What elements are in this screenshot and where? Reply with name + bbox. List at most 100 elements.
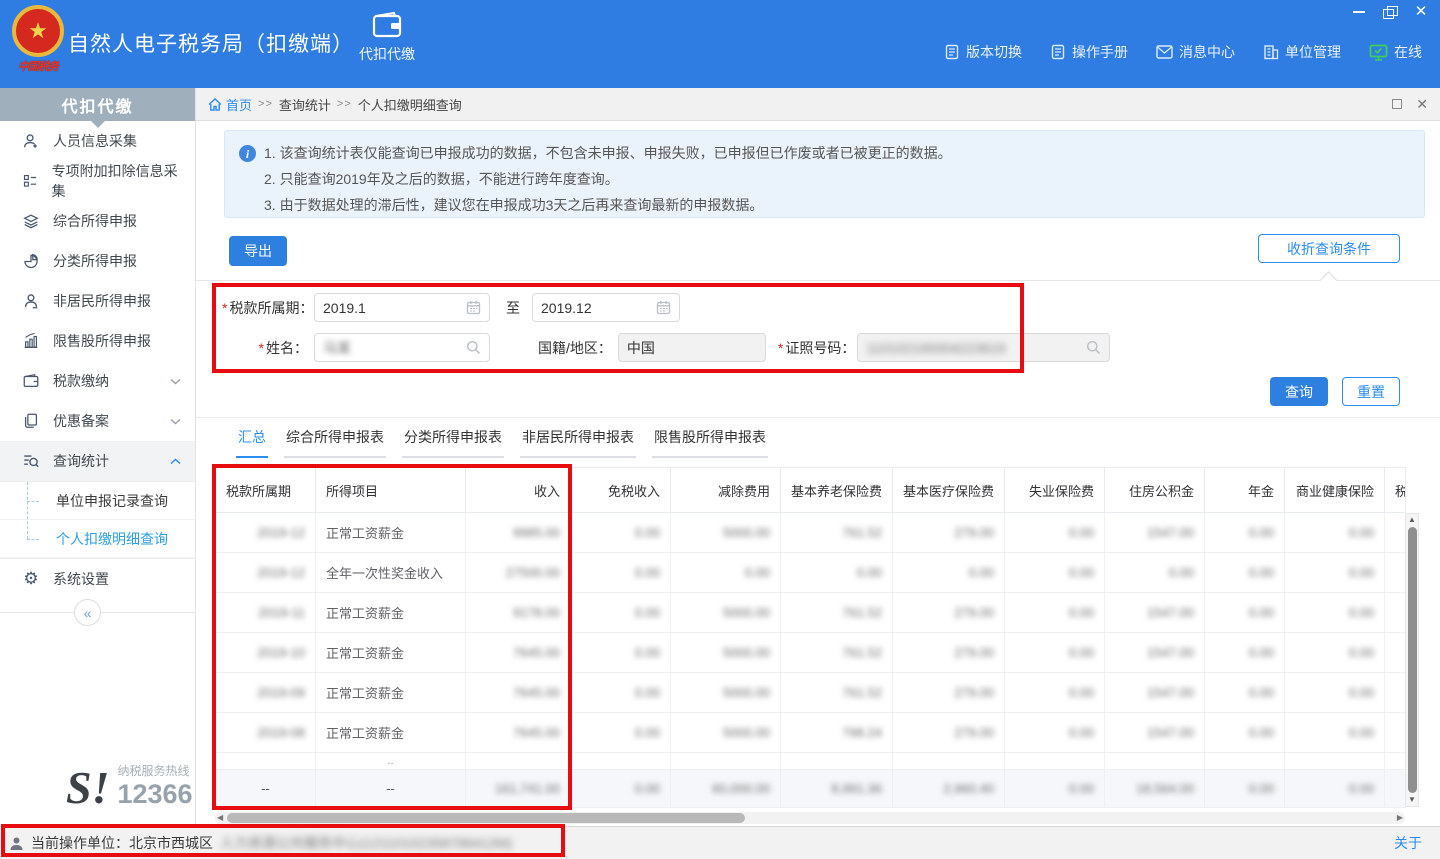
envelope-icon: [1156, 45, 1173, 59]
nav-tab-daikoudaijiao[interactable]: 代扣代缴: [348, 12, 426, 64]
sidebar-item-preferential-filing[interactable]: 优惠备案: [0, 401, 195, 441]
nationality-label: 国籍/地区：: [538, 338, 612, 358]
hotline-number: 12366: [117, 781, 192, 808]
panel-close-button[interactable]: ✕: [1416, 99, 1428, 109]
sidebar-item-tax-payment[interactable]: 税款缴纳: [0, 361, 195, 401]
top-menu: 版本切换 操作手册 消息中心 单位管理: [944, 42, 1422, 62]
sidebar-subitem-unit-declare-records[interactable]: 单位申报记录查询: [0, 482, 195, 520]
reset-button[interactable]: 重置: [1342, 377, 1400, 406]
menu-manual[interactable]: 操作手册: [1050, 42, 1128, 62]
sidebar-item-nonresident-income[interactable]: 非居民所得申报: [0, 281, 195, 321]
chevron-down-icon: [170, 378, 181, 385]
nationality-input[interactable]: 中国: [618, 333, 766, 362]
table-row: 2019-12 全年一次性奖金收入 27500.00 0.00 0.00 0.0…: [216, 553, 1406, 593]
scroll-up-arrow[interactable]: ▲: [1408, 514, 1416, 526]
to-label: 至: [506, 298, 520, 318]
menu-label: 在线: [1394, 42, 1422, 62]
breadcrumb: 首页 >> 查询统计 >> 个人扣缴明细查询 ✕: [196, 88, 1440, 121]
sidebar-item-restricted-shares[interactable]: 限售股所得申报: [0, 321, 195, 361]
breadcrumb-home[interactable]: 首页: [208, 95, 252, 114]
id-number-value: 110102199304223619: [866, 340, 1005, 356]
col-annuity: 年金: [1205, 468, 1285, 513]
copy-icon: [22, 412, 40, 430]
search-list-icon: [22, 452, 40, 470]
table-row: 2019-08 正常工资薪金 7645.00 0.00 5000.00 798.…: [216, 713, 1406, 753]
breadcrumb-home-label: 首页: [226, 95, 252, 114]
table-body: 2019-12 正常工资薪金 9985.00 0.00 5000.00 761.…: [216, 513, 1406, 753]
tab-comprehensive[interactable]: 综合所得申报表: [284, 427, 386, 458]
menu-version-switch[interactable]: 版本切换: [944, 42, 1022, 62]
sidebar-item-system-settings[interactable]: ⚙ 系统设置: [0, 559, 195, 599]
clipped-row-text: ..: [316, 753, 466, 770]
sidebar-item-label: 分类所得申报: [53, 251, 137, 271]
sidebar-collapse-divider: «: [0, 612, 195, 613]
pie-chart-icon: [22, 252, 40, 270]
tab-classified[interactable]: 分类所得申报表: [402, 427, 504, 458]
sidebar-item-comprehensive-income[interactable]: 综合所得申报: [0, 201, 195, 241]
notice-line-3: 3. 由于数据处理的滞后性，建议您在申报成功3天之后再来查询最新的申报数据。: [239, 192, 1410, 218]
collapse-query-button[interactable]: 收折查询条件: [1258, 234, 1400, 263]
menu-unit-management[interactable]: 单位管理: [1263, 42, 1341, 62]
col-medical: 基本医疗保险费: [893, 468, 1005, 513]
search-icon[interactable]: [466, 340, 481, 355]
calendar-icon[interactable]: [466, 300, 481, 315]
period-to-input[interactable]: 2019.12: [532, 293, 680, 322]
tab-nonresident[interactable]: 非居民所得申报表: [520, 427, 636, 458]
tab-summary[interactable]: 汇总: [236, 427, 268, 458]
sidebar-subitem-personal-withholding-detail[interactable]: 个人扣缴明细查询: [0, 520, 195, 558]
nav-tab-label: 代扣代缴: [348, 44, 426, 64]
scroll-down-arrow[interactable]: ▼: [1408, 794, 1416, 806]
bar-chart-icon: [22, 332, 40, 350]
scroll-right-arrow[interactable]: ▶: [1397, 813, 1403, 823]
sidebar-item-query-statistics[interactable]: 查询统计: [0, 441, 195, 481]
menu-online-status[interactable]: 在线: [1369, 42, 1422, 62]
document-icon: [944, 44, 960, 60]
vertical-scroll-thumb[interactable]: [1408, 527, 1417, 793]
search-icon[interactable]: [1086, 340, 1101, 355]
tab-restricted-shares[interactable]: 限售股所得申报表: [652, 427, 768, 458]
current-unit-blurred: 人力资源公共服务中心(12110102358796412M): [220, 833, 512, 853]
sidebar-item-classified-income[interactable]: 分类所得申报: [0, 241, 195, 281]
window-restore-button[interactable]: [1383, 6, 1397, 18]
col-health-insurance: 商业健康保险: [1285, 468, 1385, 513]
window-controls: ✕: [1352, 6, 1428, 18]
table-summary-row: -- -- 161,741.00 0.00 60,000.00 8,991.36…: [216, 770, 1406, 808]
query-button[interactable]: 查询: [1270, 377, 1328, 406]
sidebar-item-label: 限售股所得申报: [53, 331, 151, 351]
panel-maximize-button[interactable]: [1392, 99, 1402, 109]
window-close-button[interactable]: ✕: [1414, 6, 1428, 18]
period-from-input[interactable]: 2019.1: [314, 293, 490, 322]
calendar-icon[interactable]: [656, 300, 671, 315]
result-table: 税款所属期 所得项目 收入 免税收入 减除费用 基本养老保险费 基本医疗保险费 …: [215, 467, 1406, 808]
sidebar-item-special-deduction[interactable]: 专项附加扣除信息采集: [0, 161, 195, 201]
menu-message-center[interactable]: 消息中心: [1156, 42, 1235, 62]
horizontal-scroll-thumb[interactable]: [227, 813, 745, 823]
table-row: 2019-11 正常工资薪金 9178.00 0.00 5000.00 761.…: [216, 593, 1406, 633]
sidebar-item-personnel-info[interactable]: 人员信息采集: [0, 121, 195, 161]
status-bar: 当前操作单位：北京市西城区 人力资源公共服务中心(121101023587964…: [0, 826, 1440, 859]
export-button[interactable]: 导出: [229, 236, 287, 266]
manual-icon: [1050, 44, 1066, 60]
scroll-left-arrow[interactable]: ◀: [217, 813, 223, 823]
person-plus-icon: [22, 132, 40, 150]
about-link[interactable]: 关于: [1394, 833, 1422, 853]
col-income-item: 所得项目: [316, 468, 466, 513]
name-input[interactable]: 马某: [314, 333, 490, 362]
sidebar-collapse-button[interactable]: «: [74, 599, 101, 626]
chevron-down-icon: [170, 418, 181, 425]
toolbar-divider: [196, 280, 1440, 281]
notice-line-1: 1. 该查询统计表仅能查询已申报成功的数据，不包含未申报、申报失败，已申报但已作…: [264, 140, 952, 166]
current-unit-label: 当前操作单位：北京市西城区: [31, 833, 213, 853]
table-header: 税款所属期 所得项目 收入 免税收入 减除费用 基本养老保险费 基本医疗保险费 …: [216, 468, 1406, 513]
window-minimize-button[interactable]: [1352, 6, 1366, 18]
sidebar-item-label: 人员信息采集: [53, 131, 137, 151]
col-tax-clipped: 税: [1385, 468, 1406, 513]
col-unemployment: 失业保险费: [1005, 468, 1105, 513]
table-row: 2019-09 正常工资薪金 7645.00 0.00 5000.00 761.…: [216, 673, 1406, 713]
home-icon: [208, 98, 222, 111]
notice-box: i 1. 该查询统计表仅能查询已申报成功的数据，不包含未申报、申报失败，已申报但…: [224, 130, 1425, 218]
vertical-scrollbar[interactable]: ▲ ▼: [1405, 513, 1419, 807]
menu-label: 操作手册: [1072, 42, 1128, 62]
horizontal-scrollbar[interactable]: ◀ ▶: [215, 812, 1405, 824]
id-number-input[interactable]: 110102199304223619: [857, 333, 1110, 362]
